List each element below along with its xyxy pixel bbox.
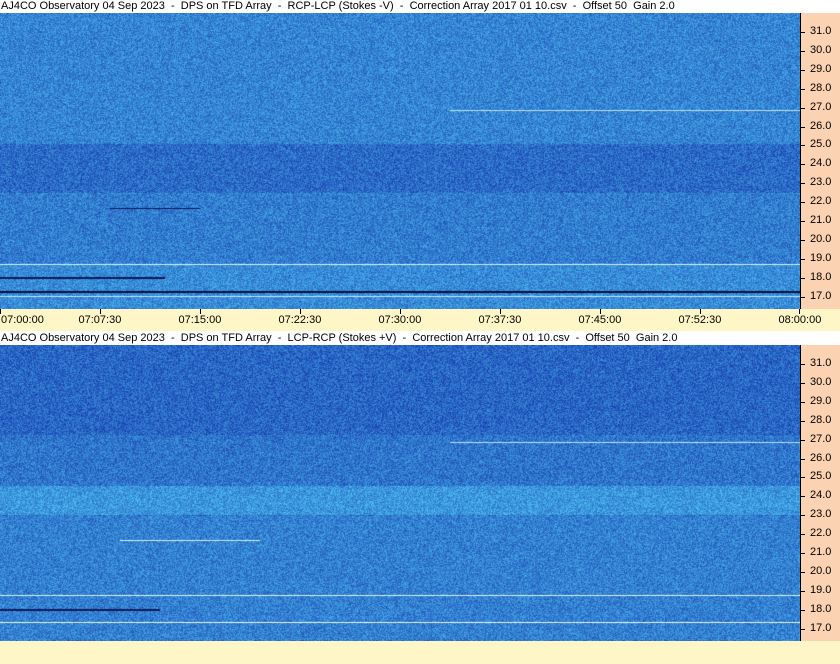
frequency-tick-label: 21.0 xyxy=(810,546,832,558)
frequency-tick-label: 18.0 xyxy=(810,271,832,283)
frequency-tick-label: 20.0 xyxy=(810,565,832,577)
frequency-tick-label: 23.0 xyxy=(810,176,832,188)
frequency-tick xyxy=(800,534,805,535)
panel-1-frequency-axis: 31.0 30.0 29.0 28.0 27.0 26.0 25.0 24.0 23.0 22.0… xyxy=(800,13,840,309)
frequency-tick-label: 30.0 xyxy=(810,44,832,56)
frequency-tick xyxy=(800,496,805,497)
time-tick-label: 07:07:30 xyxy=(78,314,122,326)
frequency-tick-label: 19.0 xyxy=(810,584,832,596)
panel-2-title: AJ4CO Observatory 04 Sep 2023 - DPS on T… xyxy=(0,332,840,345)
time-tick-label: 07:00:00 xyxy=(1,314,44,326)
frequency-tick-label: 27.0 xyxy=(810,101,832,113)
frequency-tick xyxy=(800,278,805,279)
frequency-tick xyxy=(800,383,805,384)
frequency-tick-label: 17.0 xyxy=(810,622,832,634)
frequency-tick xyxy=(800,364,805,365)
frequency-tick-label: 27.0 xyxy=(810,433,832,445)
frequency-tick xyxy=(800,145,805,146)
frequency-tick-label: 25.0 xyxy=(810,138,832,150)
frequency-tick xyxy=(800,164,805,165)
frequency-tick-label: 28.0 xyxy=(810,82,832,94)
frequency-tick-label: 28.0 xyxy=(810,414,832,426)
panel-1-spectrogram-canvas xyxy=(0,13,800,309)
frequency-tick-label: 25.0 xyxy=(810,470,832,482)
frequency-tick xyxy=(800,240,805,241)
frequency-tick xyxy=(800,183,805,184)
frequency-tick-label: 30.0 xyxy=(810,376,832,388)
time-tick-label: 07:45:00 xyxy=(578,314,622,326)
frequency-tick-label: 23.0 xyxy=(810,508,832,520)
frequency-tick xyxy=(800,108,805,109)
panel-2-spectrogram-canvas xyxy=(0,345,800,641)
frequency-tick-label: 24.0 xyxy=(810,157,832,169)
frequency-tick xyxy=(800,202,805,203)
frequency-tick-label: 18.0 xyxy=(810,603,832,615)
frequency-tick xyxy=(800,553,805,554)
frequency-tick-label: 31.0 xyxy=(810,357,832,369)
frequency-tick xyxy=(800,459,805,460)
frequency-tick-label: 22.0 xyxy=(810,527,832,539)
frequency-tick-label: 24.0 xyxy=(810,489,832,501)
frequency-tick xyxy=(800,259,805,260)
frequency-tick xyxy=(800,297,805,298)
time-tick-label: 08:00:00 xyxy=(778,314,822,326)
time-tick-label: 07:37:30 xyxy=(478,314,522,326)
frequency-tick xyxy=(800,591,805,592)
frequency-tick xyxy=(800,51,805,52)
time-tick-label: 07:30:00 xyxy=(378,314,422,326)
panel-1-time-axis: 07:00:00 07:07:30 07:15:00 07:22:30 07:30:00… xyxy=(0,309,840,331)
frequency-tick xyxy=(800,221,805,222)
frequency-tick xyxy=(800,70,805,71)
frequency-tick-label: 31.0 xyxy=(810,25,832,37)
frequency-tick xyxy=(800,572,805,573)
frequency-tick xyxy=(800,89,805,90)
frequency-tick-label: 20.0 xyxy=(810,233,832,245)
panel-1-title: AJ4CO Observatory 04 Sep 2023 - DPS on T… xyxy=(0,0,840,13)
frequency-tick xyxy=(800,477,805,478)
frequency-tick xyxy=(800,440,805,441)
time-tick-label: 07:52:30 xyxy=(678,314,722,326)
frequency-tick-label: 29.0 xyxy=(810,395,832,407)
frequency-tick xyxy=(800,127,805,128)
panel-1-spectrogram[interactable] xyxy=(0,13,800,309)
time-tick-label: 07:15:00 xyxy=(178,314,222,326)
frequency-tick-label: 29.0 xyxy=(810,63,832,75)
frequency-tick-label: 26.0 xyxy=(810,452,832,464)
frequency-tick xyxy=(800,402,805,403)
frequency-tick-label: 17.0 xyxy=(810,290,832,302)
frequency-tick xyxy=(800,421,805,422)
frequency-tick xyxy=(800,515,805,516)
frequency-tick-label: 19.0 xyxy=(810,252,832,264)
frequency-tick-label: 22.0 xyxy=(810,195,832,207)
panel-2-spectrogram[interactable] xyxy=(0,345,800,641)
frequency-tick xyxy=(800,32,805,33)
time-tick-label: 07:22:30 xyxy=(278,314,322,326)
panel-2-time-axis xyxy=(0,641,840,664)
frequency-tick-label: 26.0 xyxy=(810,120,832,132)
frequency-tick-label: 21.0 xyxy=(810,214,832,226)
frequency-tick xyxy=(800,610,805,611)
frequency-tick xyxy=(800,629,805,630)
panel-2-frequency-axis: 31.0 30.0 29.0 28.0 27.0 26.0 25.0 24.0 23.0 22.0… xyxy=(800,345,840,641)
